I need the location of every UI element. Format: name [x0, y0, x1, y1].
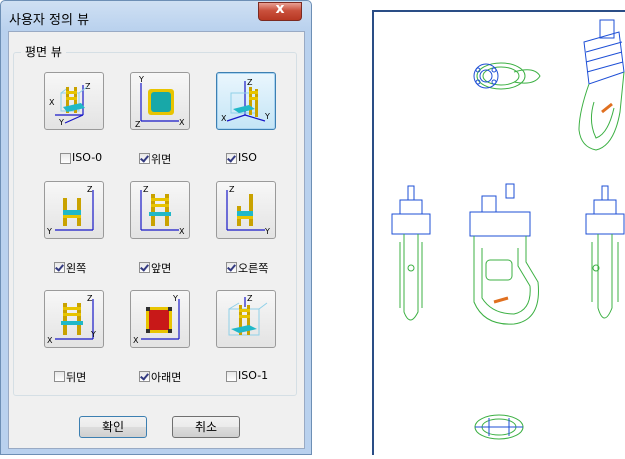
back-checkbox[interactable]	[54, 371, 65, 382]
axis-y-label: Y	[264, 227, 270, 236]
axis-x-label: X	[179, 227, 185, 236]
iso-0-label: ISO-0	[72, 151, 103, 164]
right-chair-icon: Z Y	[226, 185, 270, 236]
view-tile-right[interactable]: Z Y	[216, 181, 276, 239]
axis-z-label: Z	[247, 78, 253, 87]
axis-y-label: Y	[47, 227, 52, 236]
axis-y-label: Y	[172, 294, 178, 303]
left-chair-icon: Z Y	[47, 185, 94, 236]
iso-1-checkbox[interactable]	[226, 371, 237, 382]
view-tile-back[interactable]: Z X Y	[44, 290, 104, 348]
top-checkbox[interactable]	[139, 153, 150, 164]
left-label: 왼쪽	[66, 262, 87, 275]
top-chair-icon: Y X Z	[135, 75, 185, 127]
right-view-part	[585, 185, 625, 319]
view-tile-front[interactable]: Z X	[130, 181, 190, 239]
axis-x-label: X	[133, 336, 139, 345]
view-tile-top[interactable]: Y X Z	[130, 72, 190, 130]
axis-y-label: Y	[90, 330, 96, 339]
axis-z-label: Z	[247, 294, 253, 303]
close-icon: x	[275, 1, 285, 17]
view-tile-left[interactable]: Z Y	[44, 181, 104, 239]
bottom-chair-icon: Y X	[133, 294, 180, 345]
top-view-part	[473, 62, 541, 90]
iso-0-checkbox[interactable]	[60, 153, 71, 164]
bottom-view-part	[474, 414, 524, 440]
right-label: 오른쪽	[238, 262, 269, 275]
plan-view-group-label: 평면 뷰	[21, 43, 66, 60]
iso-label: ISO	[238, 151, 257, 164]
view-tile-bottom[interactable]: Y X	[130, 290, 190, 348]
axis-z-label: Z	[87, 185, 93, 194]
front-label: 앞면	[151, 262, 172, 275]
close-button[interactable]: x	[258, 1, 302, 21]
top-label: 위면	[151, 153, 172, 166]
axis-x-label: X	[47, 336, 53, 345]
drawing-preview	[372, 10, 625, 455]
axis-z-label: Z	[85, 82, 91, 91]
axis-y-label: Y	[58, 118, 64, 127]
view-tile-iso[interactable]: Z X Y	[216, 72, 276, 130]
bottom-checkbox[interactable]	[139, 371, 150, 382]
cancel-button[interactable]: 취소	[172, 416, 240, 438]
iso-chair-icon: Z X Y	[49, 82, 91, 127]
axis-x-label: X	[179, 118, 185, 127]
iso-checkbox[interactable]	[226, 153, 237, 164]
view-tile-iso-1[interactable]: Z	[216, 290, 276, 348]
iso-chair-icon: Z X Y	[221, 78, 270, 123]
view-tile-iso-0[interactable]: Z X Y	[44, 72, 104, 130]
front-checkbox[interactable]	[139, 262, 150, 273]
back-chair-icon: Z X Y	[47, 294, 96, 345]
axis-z-label: Z	[229, 185, 235, 194]
bottom-label: 아래면	[151, 371, 182, 384]
left-view-part	[391, 185, 431, 321]
front-chair-icon: Z X	[140, 185, 185, 236]
left-checkbox[interactable]	[54, 262, 65, 273]
axis-x-label: X	[221, 114, 227, 123]
dialog-title: 사용자 정의 뷰	[9, 13, 90, 28]
axis-x-label: X	[49, 98, 55, 107]
iso-1-label: ISO-1	[238, 369, 269, 382]
title-bar[interactable]: 사용자 정의 뷰 x	[1, 1, 311, 31]
back-label: 뒤면	[66, 371, 87, 384]
axis-y-label: Y	[138, 75, 144, 84]
axis-z-label: Z	[143, 185, 149, 194]
iso-chair-icon: Z	[228, 294, 268, 336]
drawing-canvas	[391, 19, 625, 440]
axis-z-label: Z	[87, 294, 93, 303]
axis-z-label: Z	[135, 120, 141, 127]
axis-y-label: Y	[264, 112, 270, 121]
right-checkbox[interactable]	[226, 262, 237, 273]
iso-view-part	[578, 19, 625, 151]
front-view-part	[469, 183, 539, 325]
ok-button[interactable]: 확인	[79, 416, 147, 438]
